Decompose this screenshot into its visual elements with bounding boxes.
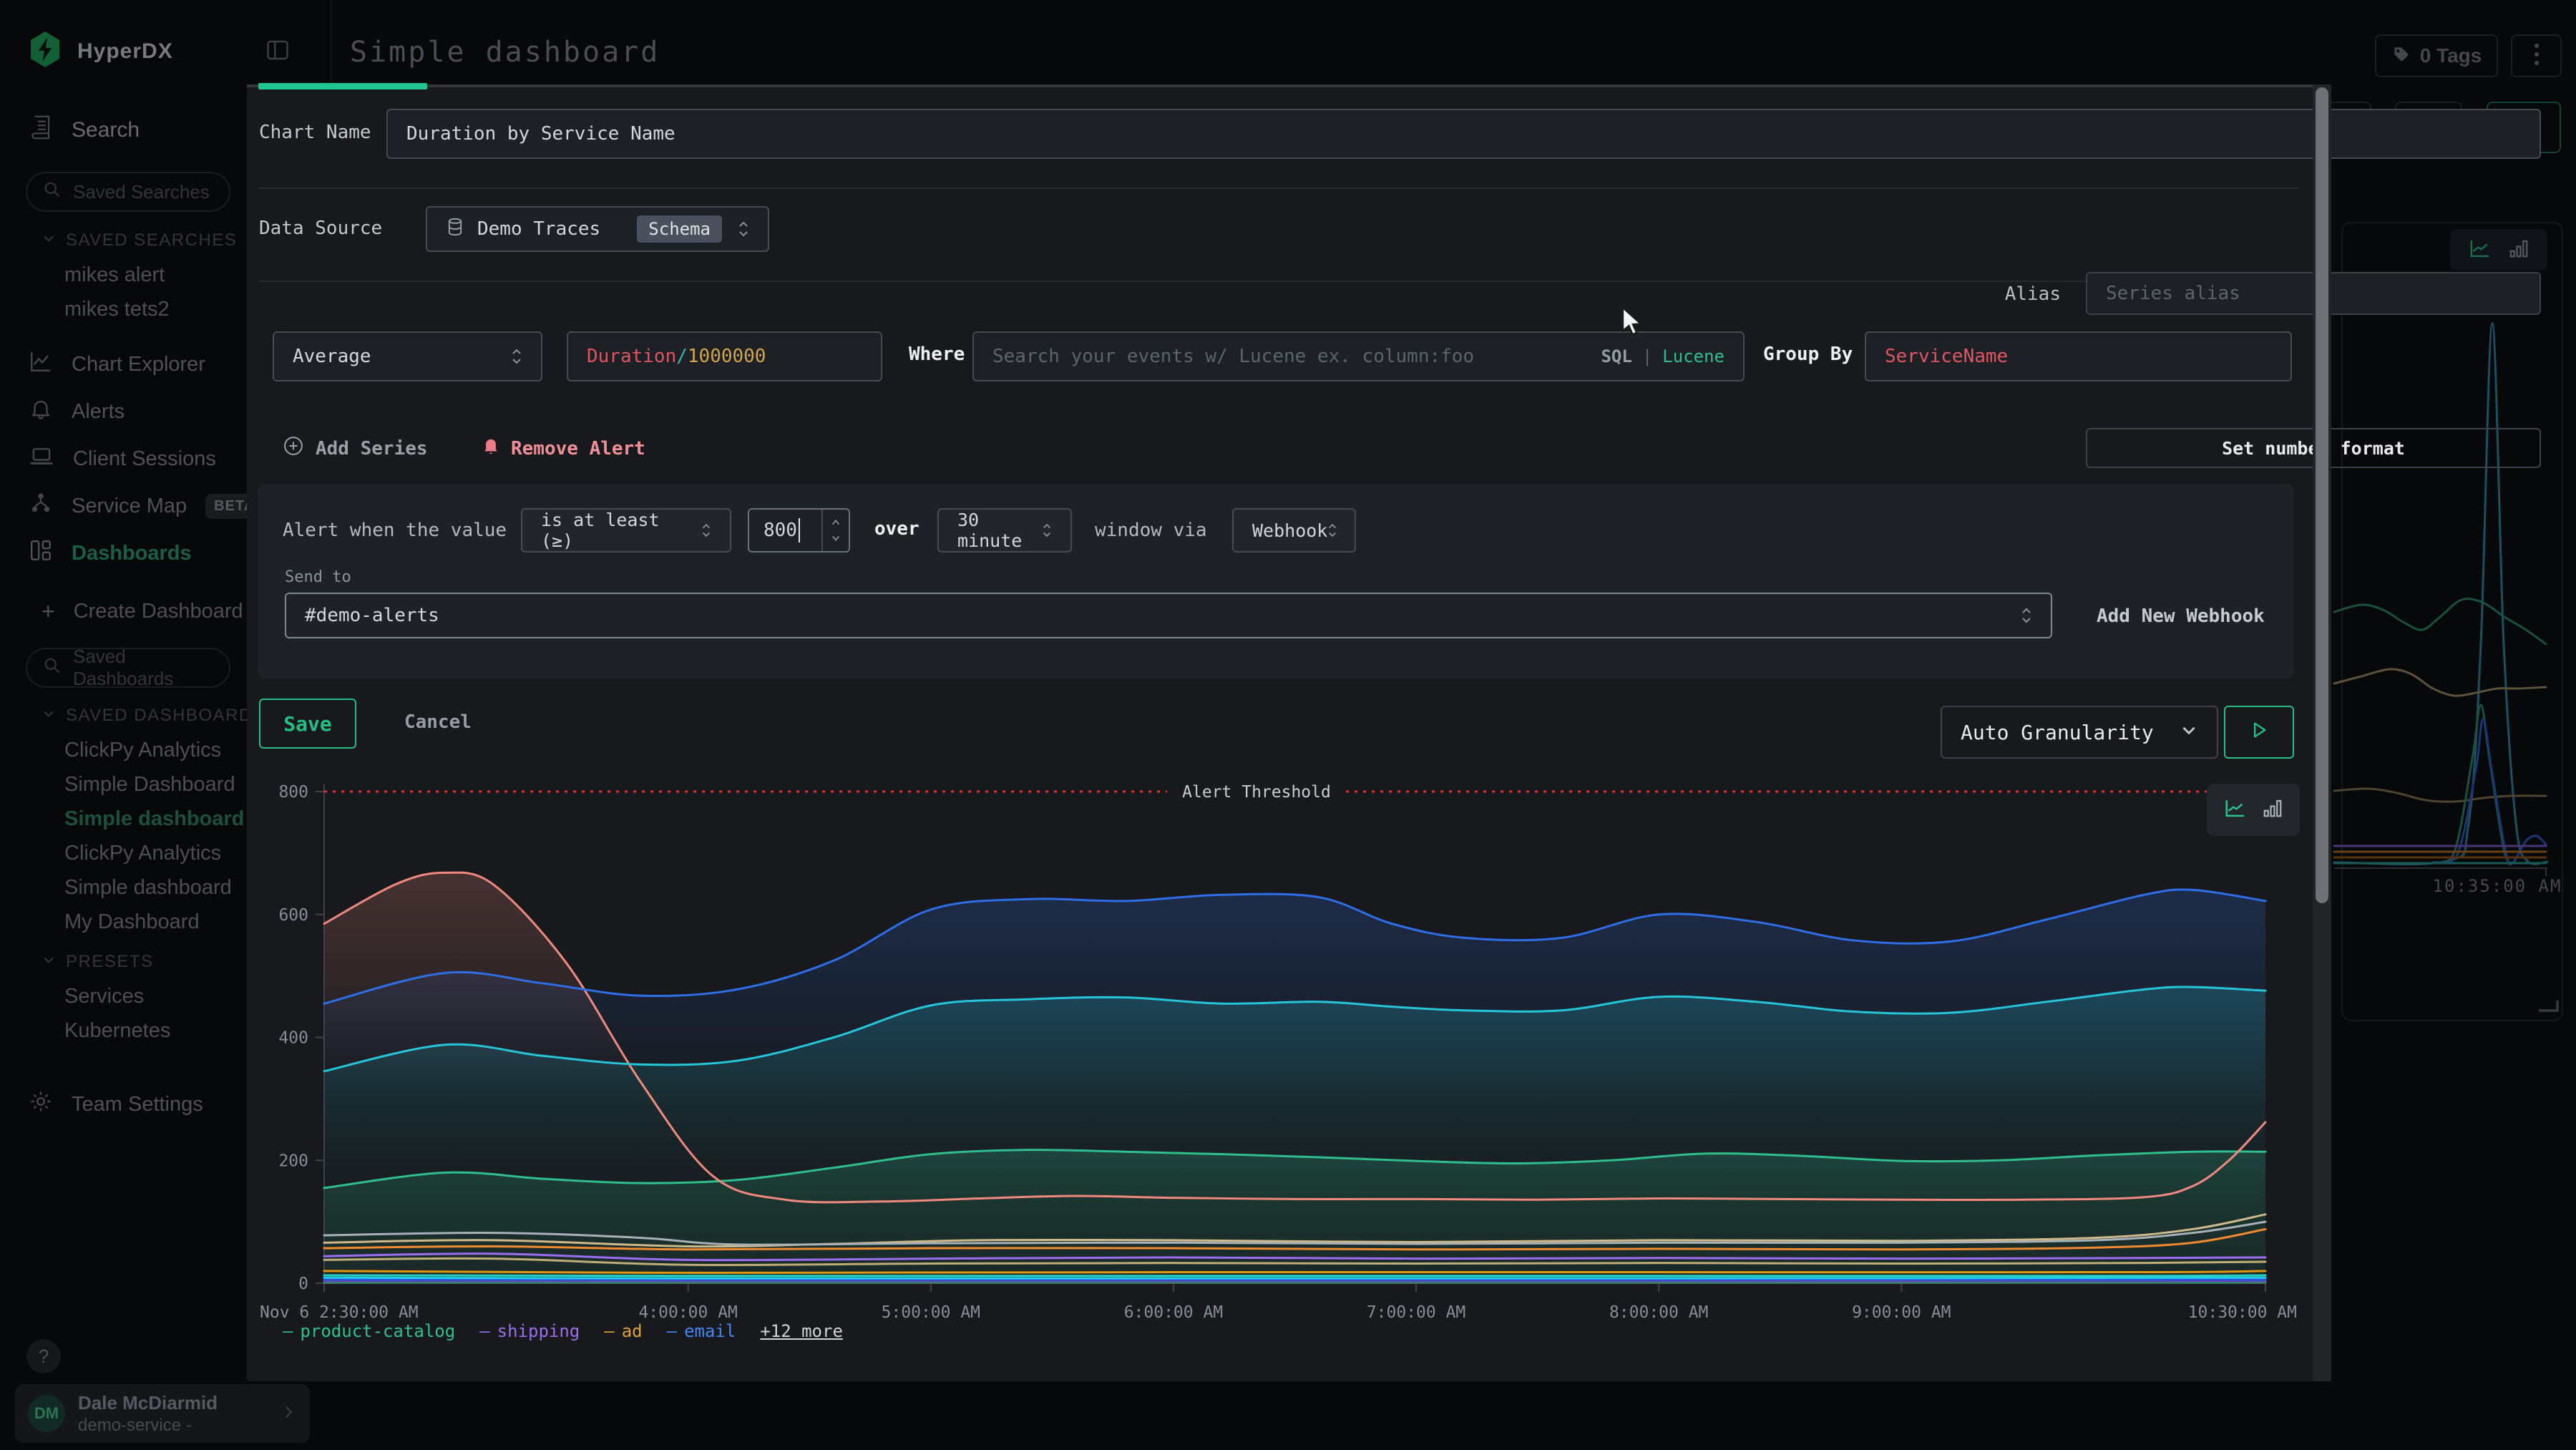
legend-dash: —: [283, 1321, 293, 1341]
legend-dash: —: [667, 1321, 677, 1341]
svg-text:Nov 6 2:30:00 AM: Nov 6 2:30:00 AM: [260, 1303, 419, 1322]
legend-item[interactable]: +12 more: [760, 1321, 843, 1341]
svg-text:0: 0: [298, 1275, 308, 1293]
bar-chart-icon: [2262, 797, 2283, 822]
sidebar-item-label: Service Map: [72, 495, 187, 518]
background-chart: [2331, 215, 2576, 1031]
chevron-down-icon: [42, 706, 56, 726]
svg-text:600: 600: [278, 906, 308, 925]
tag-icon: [2391, 45, 2410, 67]
svg-text:800: 800: [278, 783, 308, 802]
chart-legend: —product-catalog —shipping —ad —email +12 mo…: [283, 1321, 843, 1341]
dashboard-list-item[interactable]: ClickPy Analytics: [64, 739, 221, 762]
saved-dashboards-placeholder: Saved Dashboards: [73, 646, 213, 690]
sidebar-item-label: Alerts: [72, 400, 125, 424]
svg-text:7:00:00 AM: 7:00:00 AM: [1367, 1303, 1465, 1322]
sidebar-item-service-map[interactable]: Service Map BETA: [29, 491, 263, 521]
avatar: DM: [28, 1395, 65, 1432]
svg-text:9:00:00 AM: 9:00:00 AM: [1852, 1303, 1951, 1322]
hyperdx-logo-icon: [29, 31, 62, 71]
sidebar-item-search[interactable]: Search: [29, 115, 140, 146]
saved-search-item[interactable]: mikes alert: [64, 263, 165, 287]
svg-text:Alert Threshold: Alert Threshold: [1182, 783, 1331, 802]
bell-icon: [29, 396, 53, 427]
sidebar-collapse-icon[interactable]: [265, 37, 291, 67]
search-icon: [43, 656, 62, 680]
dashboard-list-item-active[interactable]: Simple dashboard: [64, 807, 244, 831]
page-title: Simple dashboard: [350, 36, 660, 69]
user-subtitle: demo-service -: [78, 1416, 218, 1436]
svg-text:5:00:00 AM: 5:00:00 AM: [882, 1303, 980, 1322]
bg-chart-time-label: 10:35:00 AM: [2419, 876, 2576, 896]
create-dashboard-label: Create Dashboard: [74, 600, 243, 623]
search-icon: [43, 180, 62, 204]
dashboard-list-item[interactable]: My Dashboard: [64, 910, 200, 934]
saved-searches-placeholder: Saved Searches: [73, 181, 210, 203]
section-saved-dashboards[interactable]: SAVED DASHBOARDS: [42, 706, 265, 726]
brand-name: HyperDX: [77, 39, 173, 64]
saved-search-item[interactable]: mikes tets2: [64, 298, 170, 321]
legend-item: —ad: [604, 1321, 642, 1341]
create-dashboard-button[interactable]: + Create Dashboard: [42, 598, 243, 625]
sidebar-item-dashboards[interactable]: Dashboards: [29, 538, 192, 568]
kebab-icon: [2534, 42, 2540, 70]
chevron-down-icon: [42, 952, 56, 972]
line-chart-icon: [2223, 797, 2248, 822]
duration-chart: 0 200 400 600 800 Nov 6 2:30:00 AM 4:00:00 AM 5…: [247, 84, 2330, 1381]
dashboard-list-item[interactable]: ClickPy Analytics: [64, 842, 221, 865]
sidebar-item-team-settings[interactable]: Team Settings: [29, 1089, 203, 1119]
svg-text:8:00:00 AM: 8:00:00 AM: [1609, 1303, 1708, 1322]
legend-dash: —: [604, 1321, 614, 1341]
app-root: HyperDX Simple dashboard 0 Tags: [0, 0, 2576, 1450]
sitemap-icon: [29, 491, 53, 521]
saved-dashboards-input[interactable]: Saved Dashboards: [26, 648, 230, 688]
section-presets[interactable]: PRESETS: [42, 952, 154, 972]
sidebar-item-label: Client Sessions: [73, 447, 216, 471]
topbar-divider: [331, 0, 332, 84]
sidebar-item-alerts[interactable]: Alerts: [29, 396, 125, 427]
preset-item[interactable]: Services: [64, 985, 144, 1008]
dashboard-list-item[interactable]: Simple Dashboard: [64, 773, 235, 797]
laptop-icon: [29, 444, 54, 474]
svg-text:400: 400: [278, 1029, 308, 1048]
section-saved-searches[interactable]: SAVED SEARCHES: [42, 230, 237, 250]
svg-text:200: 200: [278, 1152, 308, 1170]
saved-searches-input[interactable]: Saved Searches: [26, 172, 230, 212]
sidebar-item-chart-explorer[interactable]: Chart Explorer: [29, 349, 205, 379]
more-menu-button[interactable]: [2511, 34, 2562, 77]
modal-scrollbar: [2313, 84, 2331, 1381]
user-name: Dale McDiarmid: [78, 1392, 218, 1414]
sidebar-item-label: Dashboards: [72, 542, 192, 565]
chevron-down-icon: [42, 230, 56, 250]
help-button[interactable]: ?: [26, 1339, 61, 1373]
tags-label: 0 Tags: [2420, 44, 2482, 67]
brand[interactable]: HyperDX: [29, 31, 173, 71]
scrollbar-thumb[interactable]: [2316, 87, 2328, 903]
svg-text:10:30:00 AM: 10:30:00 AM: [2188, 1303, 2297, 1322]
sidebar-item-client-sessions[interactable]: Client Sessions: [29, 444, 216, 474]
search-doc-icon: [29, 115, 53, 146]
svg-text:6:00:00 AM: 6:00:00 AM: [1124, 1303, 1223, 1322]
preset-item[interactable]: Kubernetes: [64, 1019, 170, 1043]
svg-text:4:00:00 AM: 4:00:00 AM: [638, 1303, 737, 1322]
edit-chart-modal: Chart Name Duration by Service Name Data…: [247, 84, 2330, 1381]
sidebar-item-label: Chart Explorer: [72, 353, 205, 376]
sidebar-item-label: Search: [72, 118, 140, 142]
resize-handle[interactable]: [2539, 1001, 2559, 1012]
plus-icon: +: [42, 598, 55, 625]
chevron-right-icon: [280, 1403, 297, 1424]
sidebar-item-label: Team Settings: [72, 1093, 203, 1116]
chart-line-icon: [29, 349, 53, 379]
legend-item: —shipping: [479, 1321, 580, 1341]
legend-item: —email: [667, 1321, 736, 1341]
user-card[interactable]: DM Dale McDiarmid demo-service -: [15, 1384, 310, 1443]
dashboard-list-item[interactable]: Simple dashboard: [64, 876, 232, 900]
chart-type-toggle[interactable]: [2207, 784, 2300, 836]
gear-icon: [29, 1089, 53, 1119]
legend-item: —product-catalog: [283, 1321, 455, 1341]
legend-dash: —: [479, 1321, 489, 1341]
tags-button[interactable]: 0 Tags: [2375, 34, 2498, 77]
dashboard-grid-icon: [29, 538, 53, 568]
